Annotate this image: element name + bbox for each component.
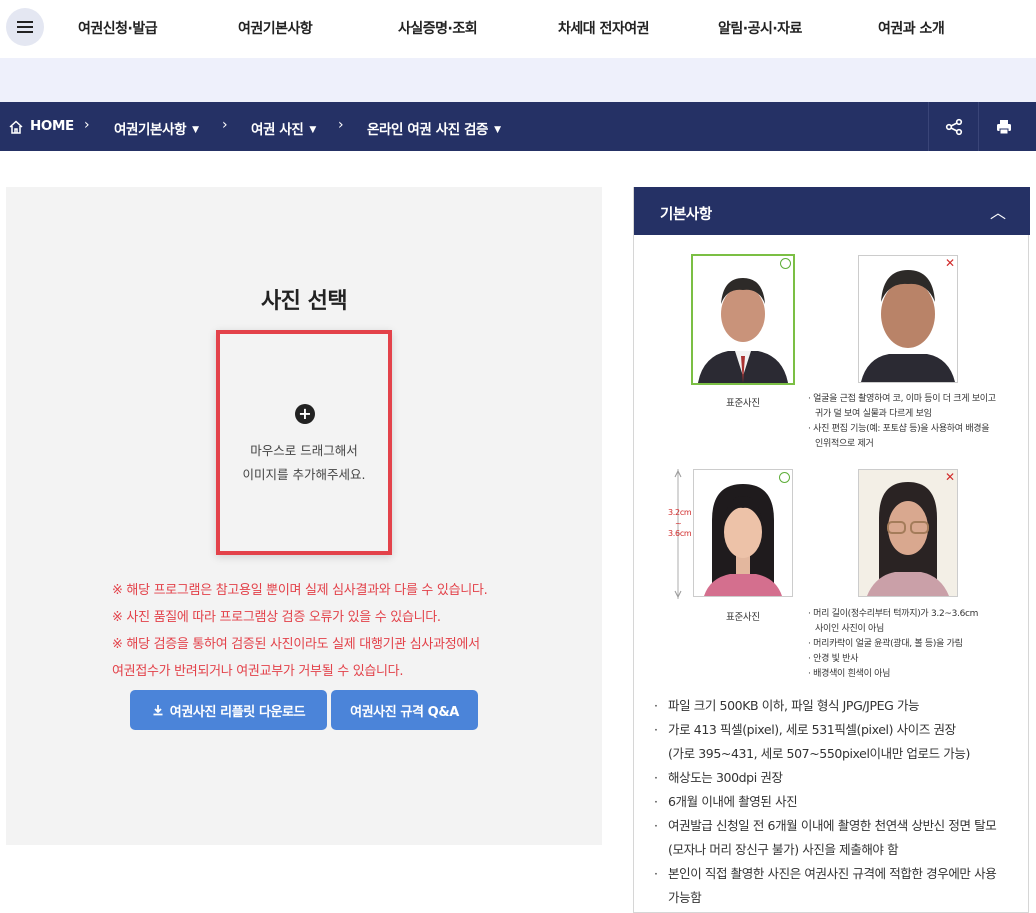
home-icon: [9, 120, 23, 134]
rule-text: 여권발급 신청일 전 6개월 이내에 촬영한 천연색 상반신 정면 탈모: [668, 818, 997, 833]
rule-text: 해상도는 300dpi 권장: [668, 770, 783, 785]
rule-text: 본인이 직접 촬영한 사진은 여권사진 규격에 적합한 경우에만 사용: [668, 866, 997, 881]
rule-text: 가능함: [668, 890, 702, 905]
rule-item-continued: 가능함: [668, 886, 702, 910]
download-leaflet-label: 여권사진 리플릿 다운로드: [169, 704, 306, 720]
upload-title: 사진 선택: [260, 289, 348, 314]
notice-line: ※ 해당 프로그램은 참고용일 뿐이며 실제 심사결과와 다를 수 있습니다.: [112, 583, 488, 598]
rule-item: · 본인이 직접 촬영한 사진은 여권사진 규격에 적합한 경우에만 사용: [654, 862, 997, 886]
dropzone-line1: 마우스로 드래그해서: [250, 443, 358, 458]
download-leaflet-button[interactable]: 여권사진 리플릿 다운로드: [130, 690, 327, 730]
bad-photo-note: 인위적으로 제거: [815, 439, 874, 449]
breadcrumb-level3-label: 온라인 여권 사진 검증: [367, 122, 489, 138]
qa-button-label: 여권사진 규격 Q&A: [350, 704, 459, 720]
bad-photo-note: · 얼굴을 근접 촬영하여 코, 이마 등이 더 크게 보이고: [808, 394, 996, 404]
measure-bottom-label: 3.6cm: [668, 529, 692, 538]
rule-text: (가로 395~431, 세로 507~550pixel이내만 업로드 가능): [668, 746, 970, 761]
breadcrumb-level1[interactable]: 여권기본사항 ▼: [114, 118, 199, 138]
qa-button[interactable]: 여권사진 규격 Q&A: [331, 690, 478, 730]
top-navigation: 여권신청·발급 여권기본사항 사실증명·조회 차세대 전자여권 알림·공시·자료…: [0, 0, 1036, 58]
menu-icon: [17, 21, 33, 33]
bad-photo-note: · 사진 편집 기능(예: 포토샵 등)을 사용하여 배경을: [808, 424, 990, 434]
nav-item-next-gen-passport[interactable]: 차세대 전자여권: [558, 18, 650, 38]
breadcrumb-level2-label: 여권 사진: [251, 122, 304, 138]
bullet-icon: ·: [654, 818, 658, 833]
breadcrumb-level3[interactable]: 온라인 여권 사진 검증 ▼: [367, 118, 501, 138]
plus-icon: +: [295, 404, 315, 424]
bad-photo-note: · 배경색이 흰색이 아님: [808, 669, 891, 679]
bad-photo-note: · 머리 길이(정수리부터 턱까지)가 3.2~3.6cm: [808, 609, 979, 619]
ok-mark-icon: [780, 258, 791, 269]
chevron-right-icon: ›: [338, 117, 344, 133]
nav-item-passport-basics[interactable]: 여권기본사항: [238, 18, 313, 38]
chevron-up-icon: ︿: [989, 203, 1006, 222]
rule-text: (모자나 머리 장신구 불가) 사진을 제출해야 함: [668, 842, 899, 857]
notice-line: ※ 해당 검증을 통하여 검증된 사진이라도 실제 대행기관 심사과정에서: [112, 637, 480, 652]
bad-photo-note: 귀가 덜 보여 실물과 다르게 보임: [815, 409, 932, 419]
bullet-icon: ·: [654, 866, 658, 881]
bullet-icon: ·: [654, 770, 658, 785]
female-portrait-image: [694, 470, 792, 596]
download-icon: [153, 705, 163, 716]
caret-down-icon: ▼: [192, 125, 199, 135]
breadcrumb: HOME › 여권기본사항 ▼ › 여권 사진 ▼ › 온라인 여권 사진 검증 ▼: [0, 102, 1036, 151]
basics-title: 기본사항: [660, 207, 712, 223]
bad-photo-note: · 안경 빛 반사: [808, 654, 859, 664]
nav-item-fact-certificate[interactable]: 사실증명·조회: [398, 18, 478, 38]
rule-item: · 파일 크기 500KB 이하, 파일 형식 JPG/JPEG 가능: [654, 694, 920, 718]
male-portrait-closeup-image: [859, 256, 957, 382]
breadcrumb-level2[interactable]: 여권 사진 ▼: [251, 118, 316, 138]
rule-item: · 여권발급 신청일 전 6개월 이내에 촬영한 천연색 상반신 정면 탈모: [654, 814, 997, 838]
nav-item-passport-apply[interactable]: 여권신청·발급: [78, 18, 158, 38]
breadcrumb-home[interactable]: HOME: [30, 118, 74, 134]
nav-item-about[interactable]: 여권과 소개: [878, 18, 945, 38]
notice-line: 여권접수가 반려되거나 여권교부가 거부될 수 있습니다.: [112, 664, 404, 679]
bad-photo-note: 사이인 사진이 아님: [815, 624, 884, 634]
breadcrumb-level1-label: 여권기본사항: [114, 122, 187, 138]
rule-item: · 해상도는 300dpi 권장: [654, 766, 783, 790]
rule-item: · 6개월 이내에 촬영된 사진: [654, 790, 798, 814]
reject-mark-icon: ✕: [944, 256, 955, 270]
bullet-icon: ·: [654, 722, 658, 737]
bad-photo-note: · 머리카락이 얼굴 윤곽(광대, 볼 등)을 가림: [808, 639, 963, 649]
dropzone-instructions: 마우스로 드래그해서 이미지를 추가해주세요.: [220, 439, 388, 487]
basics-accordion-header[interactable]: 기본사항 ︿: [634, 187, 1030, 235]
standard-female-photo-example: [693, 469, 793, 597]
share-button[interactable]: [928, 102, 978, 151]
standard-photo-example: [691, 254, 795, 385]
dropzone-line2: 이미지를 추가해주세요.: [242, 467, 366, 482]
male-portrait-image: [693, 256, 793, 383]
bullet-icon: ·: [654, 794, 658, 809]
standard-photo-caption: 표준사진: [726, 398, 760, 409]
bad-photo-example-1: ✕: [858, 255, 958, 383]
chevron-right-icon: ›: [84, 117, 90, 133]
caret-down-icon: ▼: [309, 125, 316, 135]
reject-mark-icon: ✕: [944, 470, 955, 484]
caret-down-icon: ▼: [494, 125, 501, 135]
header-band: [0, 58, 1036, 102]
rule-item: · 가로 413 픽셀(pixel), 세로 531픽셀(pixel) 사이즈 권…: [654, 718, 956, 742]
rule-text: 파일 크기 500KB 이하, 파일 형식 JPG/JPEG 가능: [668, 698, 920, 713]
rule-item-continued: (모자나 머리 장신구 불가) 사진을 제출해야 함: [668, 838, 899, 862]
nav-item-notices[interactable]: 알림·공시·자료: [718, 18, 802, 38]
rule-item-continued: (가로 395~431, 세로 507~550pixel이내만 업로드 가능): [668, 742, 970, 766]
photo-upload-panel: 사진 선택 + 마우스로 드래그해서 이미지를 추가해주세요. ※ 해당 프로그…: [6, 187, 602, 845]
bad-photo-example-2: ✕: [858, 469, 958, 597]
female-portrait-glasses-image: [859, 470, 957, 596]
ok-mark-icon: [779, 472, 790, 483]
photo-dropzone[interactable]: + 마우스로 드래그해서 이미지를 추가해주세요.: [216, 330, 392, 555]
bullet-icon: ·: [654, 698, 658, 713]
standard-photo-caption: 표준사진: [726, 612, 760, 623]
share-icon: [945, 118, 962, 135]
rule-text: 가로 413 픽셀(pixel), 세로 531픽셀(pixel) 사이즈 권장: [668, 722, 956, 737]
rule-text: 6개월 이내에 촬영된 사진: [668, 794, 798, 809]
print-icon: [996, 119, 1011, 134]
basics-panel: 기본사항 ︿ ✕ 표준사진 · 얼굴을 근접 촬영하여 코, 이마 등이 더 크…: [633, 187, 1030, 913]
notice-line: ※ 사진 품질에 따라 프로그램상 검증 오류가 있을 수 있습니다.: [112, 610, 441, 625]
menu-button[interactable]: [6, 8, 44, 46]
chevron-right-icon: ›: [222, 117, 228, 133]
print-button[interactable]: [978, 102, 1028, 151]
